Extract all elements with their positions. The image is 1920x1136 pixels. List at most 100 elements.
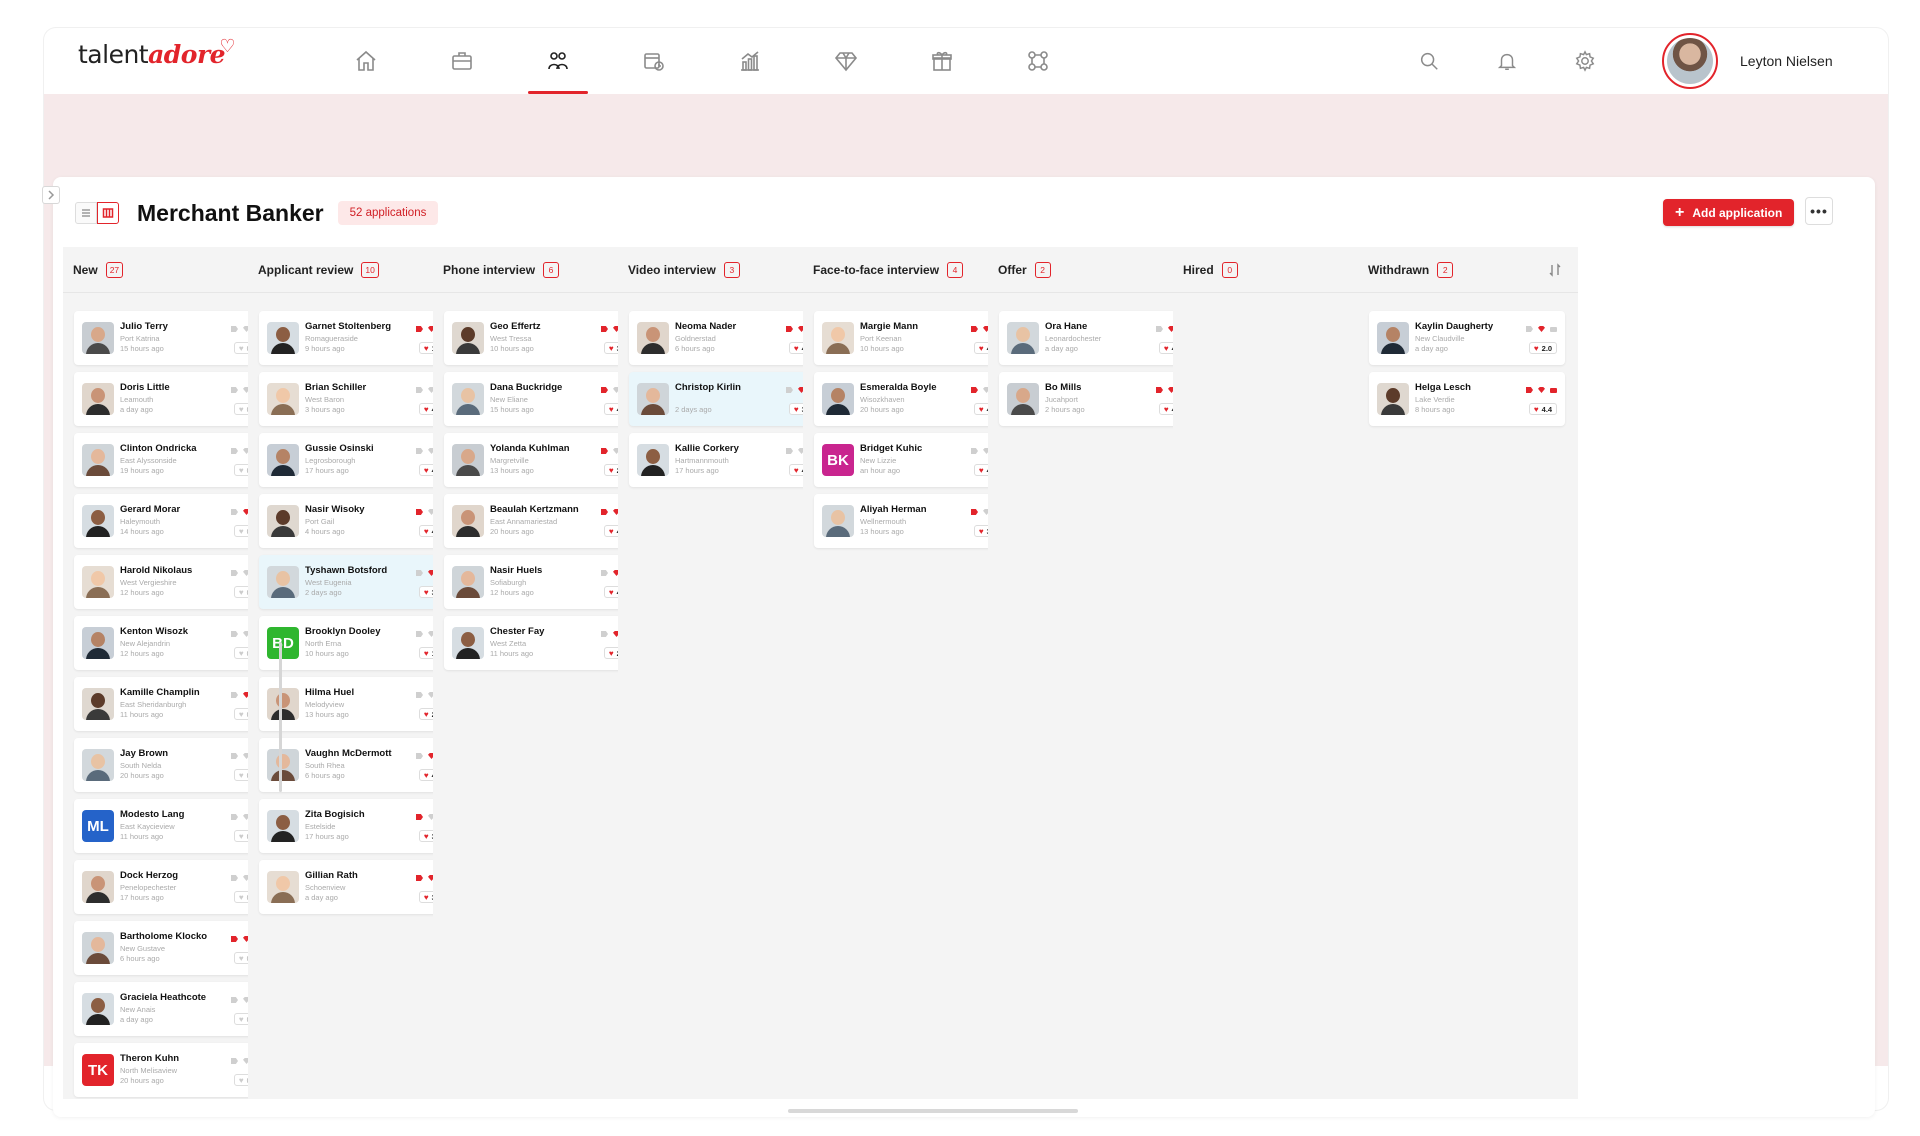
candidate-location: East Alyssonside — [120, 456, 177, 465]
candidate-time: 8 hours ago — [1415, 405, 1455, 414]
candidate-card[interactable]: Chester FayWest Zetta11 hours ago♥2.8 — [444, 616, 640, 670]
nav-benefits[interactable] — [894, 28, 990, 94]
notifications-button[interactable] — [1468, 28, 1546, 94]
nav-premium[interactable] — [798, 28, 894, 94]
heart-icon: ♥ — [1163, 343, 1169, 353]
more-options-button[interactable]: ••• — [1805, 197, 1833, 225]
candidate-location: Port Gail — [305, 517, 335, 526]
candidate-card[interactable]: Bartholome Klocko New Gustave 6 hours ago ♥… — [74, 921, 270, 975]
nav-schedule[interactable] — [606, 28, 702, 94]
horizontal-scrollbar[interactable] — [788, 1109, 1078, 1113]
video-icon — [1550, 326, 1557, 332]
nav-home[interactable] — [318, 28, 414, 94]
candidate-card[interactable]: Jay BrownSouth Nelda20 hours ago♥0.0 — [74, 738, 270, 792]
heart-icon: ♥ — [793, 404, 799, 414]
candidate-card[interactable]: Brian SchillerWest Baron3 hours ago♥4.2 — [259, 372, 455, 426]
candidate-location: Penelopechester — [120, 883, 177, 892]
candidate-card[interactable]: Hilma HuelMelodyview13 hours ago♥2.7 — [259, 677, 455, 731]
view-toggle — [75, 202, 119, 224]
candidate-card[interactable]: Yolanda Kuhlman Margretville 13 hours ago ♥… — [444, 433, 640, 487]
candidate-card[interactable]: Gillian RathSchoenviewa day ago♥3.3 — [259, 860, 455, 914]
user-menu[interactable]: Leyton Nielsen — [1662, 33, 1833, 89]
nav-integrations[interactable] — [990, 28, 1086, 94]
avatar — [82, 322, 114, 354]
candidate-time: 6 hours ago — [120, 954, 160, 963]
candidate-card[interactable]: Tyshawn BotsfordWest Eugenia2 days ago♥3… — [259, 555, 455, 609]
column-title: Withdrawn — [1368, 262, 1430, 277]
candidate-card[interactable]: Harold Nikolaus West Vergieshire 12 hours … — [74, 555, 270, 609]
sort-button[interactable] — [1548, 263, 1562, 277]
tag-icon — [601, 387, 608, 393]
vertical-scrollbar[interactable] — [279, 642, 282, 792]
candidate-card[interactable]: Ora HaneLeonardochestera day ago♥4.6 — [999, 311, 1195, 365]
rating-badge: ♥ 2.0 — [1529, 342, 1557, 354]
candidate-time: 12 hours ago — [120, 649, 164, 658]
nav-candidates[interactable] — [510, 28, 606, 94]
candidate-card[interactable]: BD Brooklyn Dooley North Erna 10 hours ago ♥… — [259, 616, 455, 670]
avatar — [267, 688, 299, 720]
candidate-card[interactable]: Julio TerryPort Katrina15 hours ago♥0.0 — [74, 311, 270, 365]
candidate-card[interactable]: Helga Lesch Lake Verdie 8 hours ago ♥ 4.4 — [1369, 372, 1565, 426]
settings-button[interactable] — [1546, 28, 1624, 94]
heart-icon: ♥ — [1163, 404, 1169, 414]
candidate-location: New Alejandrin — [120, 639, 171, 648]
kanban-view-button[interactable] — [97, 202, 119, 224]
candidate-card[interactable]: Graciela HeathcoteNew Anaisa day ago♥0.0 — [74, 982, 270, 1036]
avatar — [82, 993, 114, 1025]
column-title: Video interview — [628, 262, 716, 277]
candidate-card[interactable]: Esmeralda BoyleWisozkhaven20 hours ago♥4… — [814, 372, 1010, 426]
candidate-card[interactable]: Zita BogisichEstelside17 hours ago♥3.9 — [259, 799, 455, 853]
candidate-card[interactable]: Clinton Ondricka East Alyssonside 19 hours… — [74, 433, 270, 487]
candidate-card[interactable]: Kenton Wisozk New Alejandrin 12 hours ago ♥… — [74, 616, 270, 670]
avatar[interactable] — [1662, 33, 1718, 89]
candidate-card[interactable]: Kaylin Daugherty New Claudville a day ago ♥… — [1369, 311, 1565, 365]
candidate-card[interactable]: Kamille Champlin East Sheridanburgh 11 hou… — [74, 677, 270, 731]
candidate-card[interactable]: Christop Kirlin2 days ago♥3.5 — [629, 372, 825, 426]
candidate-location: Port Katrina — [120, 334, 160, 343]
candidate-card[interactable]: Garnet Stoltenberg Romagueraside 9 hours a… — [259, 311, 455, 365]
nav-analytics[interactable] — [702, 28, 798, 94]
chevron-right-icon — [48, 190, 55, 200]
tag-icon — [416, 875, 423, 881]
candidate-card[interactable]: Bo MillsJucahport2 hours ago♥4.3 — [999, 372, 1195, 426]
candidate-location: New Claudville — [1415, 334, 1465, 343]
heart-icon: ♥ — [238, 648, 244, 658]
tag-icon — [601, 631, 608, 637]
candidate-time: 11 hours ago — [120, 832, 164, 841]
list-view-button[interactable] — [75, 202, 97, 224]
candidate-card[interactable]: Neoma NaderGoldnerstad6 hours ago♥4.4 — [629, 311, 825, 365]
candidate-card[interactable]: Gerard MorarHaleymouth14 hours ago♥0.0 — [74, 494, 270, 548]
search-button[interactable] — [1390, 28, 1468, 94]
candidate-card[interactable]: Aliyah HermanWellnermouth13 hours ago♥3.… — [814, 494, 1010, 548]
avatar — [82, 444, 114, 476]
heart-icon: ♥ — [238, 526, 244, 536]
avatar: BK — [822, 444, 854, 476]
heart-icon: ♥ — [423, 526, 429, 536]
add-application-button[interactable]: + Add application — [1663, 199, 1795, 226]
candidate-name: Yolanda Kuhlman — [490, 443, 570, 454]
candidate-card[interactable]: Vaughn McDermottSouth Rhea6 hours ago♥4.… — [259, 738, 455, 792]
nav-jobs[interactable] — [414, 28, 510, 94]
candidate-card[interactable]: Margie MannPort Keenan10 hours ago♥4.4 — [814, 311, 1010, 365]
heart-icon: ♥ — [238, 953, 244, 963]
candidate-card[interactable]: Nasir WisokyPort Gail4 hours ago♥4.1 — [259, 494, 455, 548]
sort-icon — [1549, 263, 1561, 277]
candidate-card[interactable]: Gussie Osinski Legrosborough 17 hours ago ♥… — [259, 433, 455, 487]
sidebar-toggle[interactable] — [42, 186, 60, 204]
heart-icon: ♥ — [238, 892, 244, 902]
candidate-card[interactable]: Kallie Corkery Hartmannmouth 17 hours ago ♥… — [629, 433, 825, 487]
tag-icon — [971, 509, 978, 515]
candidate-card[interactable]: BKBridget KuhicNew Lizziean hour ago♥4.4 — [814, 433, 1010, 487]
candidate-card[interactable]: TK Theron Kuhn North Melisaview 20 hours ag… — [74, 1043, 270, 1097]
calendar-clock-icon — [644, 53, 664, 71]
talentadore-logo[interactable]: talentadore ♡ — [78, 36, 236, 70]
candidate-card[interactable]: Nasir HuelsSofiaburgh12 hours ago♥4.1 — [444, 555, 640, 609]
candidate-card[interactable]: Geo EffertzWest Tressa10 hours ago♥3.8 — [444, 311, 640, 365]
candidate-card[interactable]: Dana BuckridgeNew Eliane15 hours ago♥4.2 — [444, 372, 640, 426]
heart-icon: ♥ — [238, 1075, 244, 1085]
candidate-card[interactable]: Dock HerzogPenelopechester17 hours ago♥0… — [74, 860, 270, 914]
candidate-card[interactable]: Doris LittleLeamoutha day ago♥0.0 — [74, 372, 270, 426]
candidate-card[interactable]: Beaulah Kertzmann East Annamariestad 20 ho… — [444, 494, 640, 548]
candidate-card[interactable]: ML Modesto Lang East Kaycieview 11 hours ag… — [74, 799, 270, 853]
rating-badge: ♥4.4 — [1529, 403, 1557, 415]
